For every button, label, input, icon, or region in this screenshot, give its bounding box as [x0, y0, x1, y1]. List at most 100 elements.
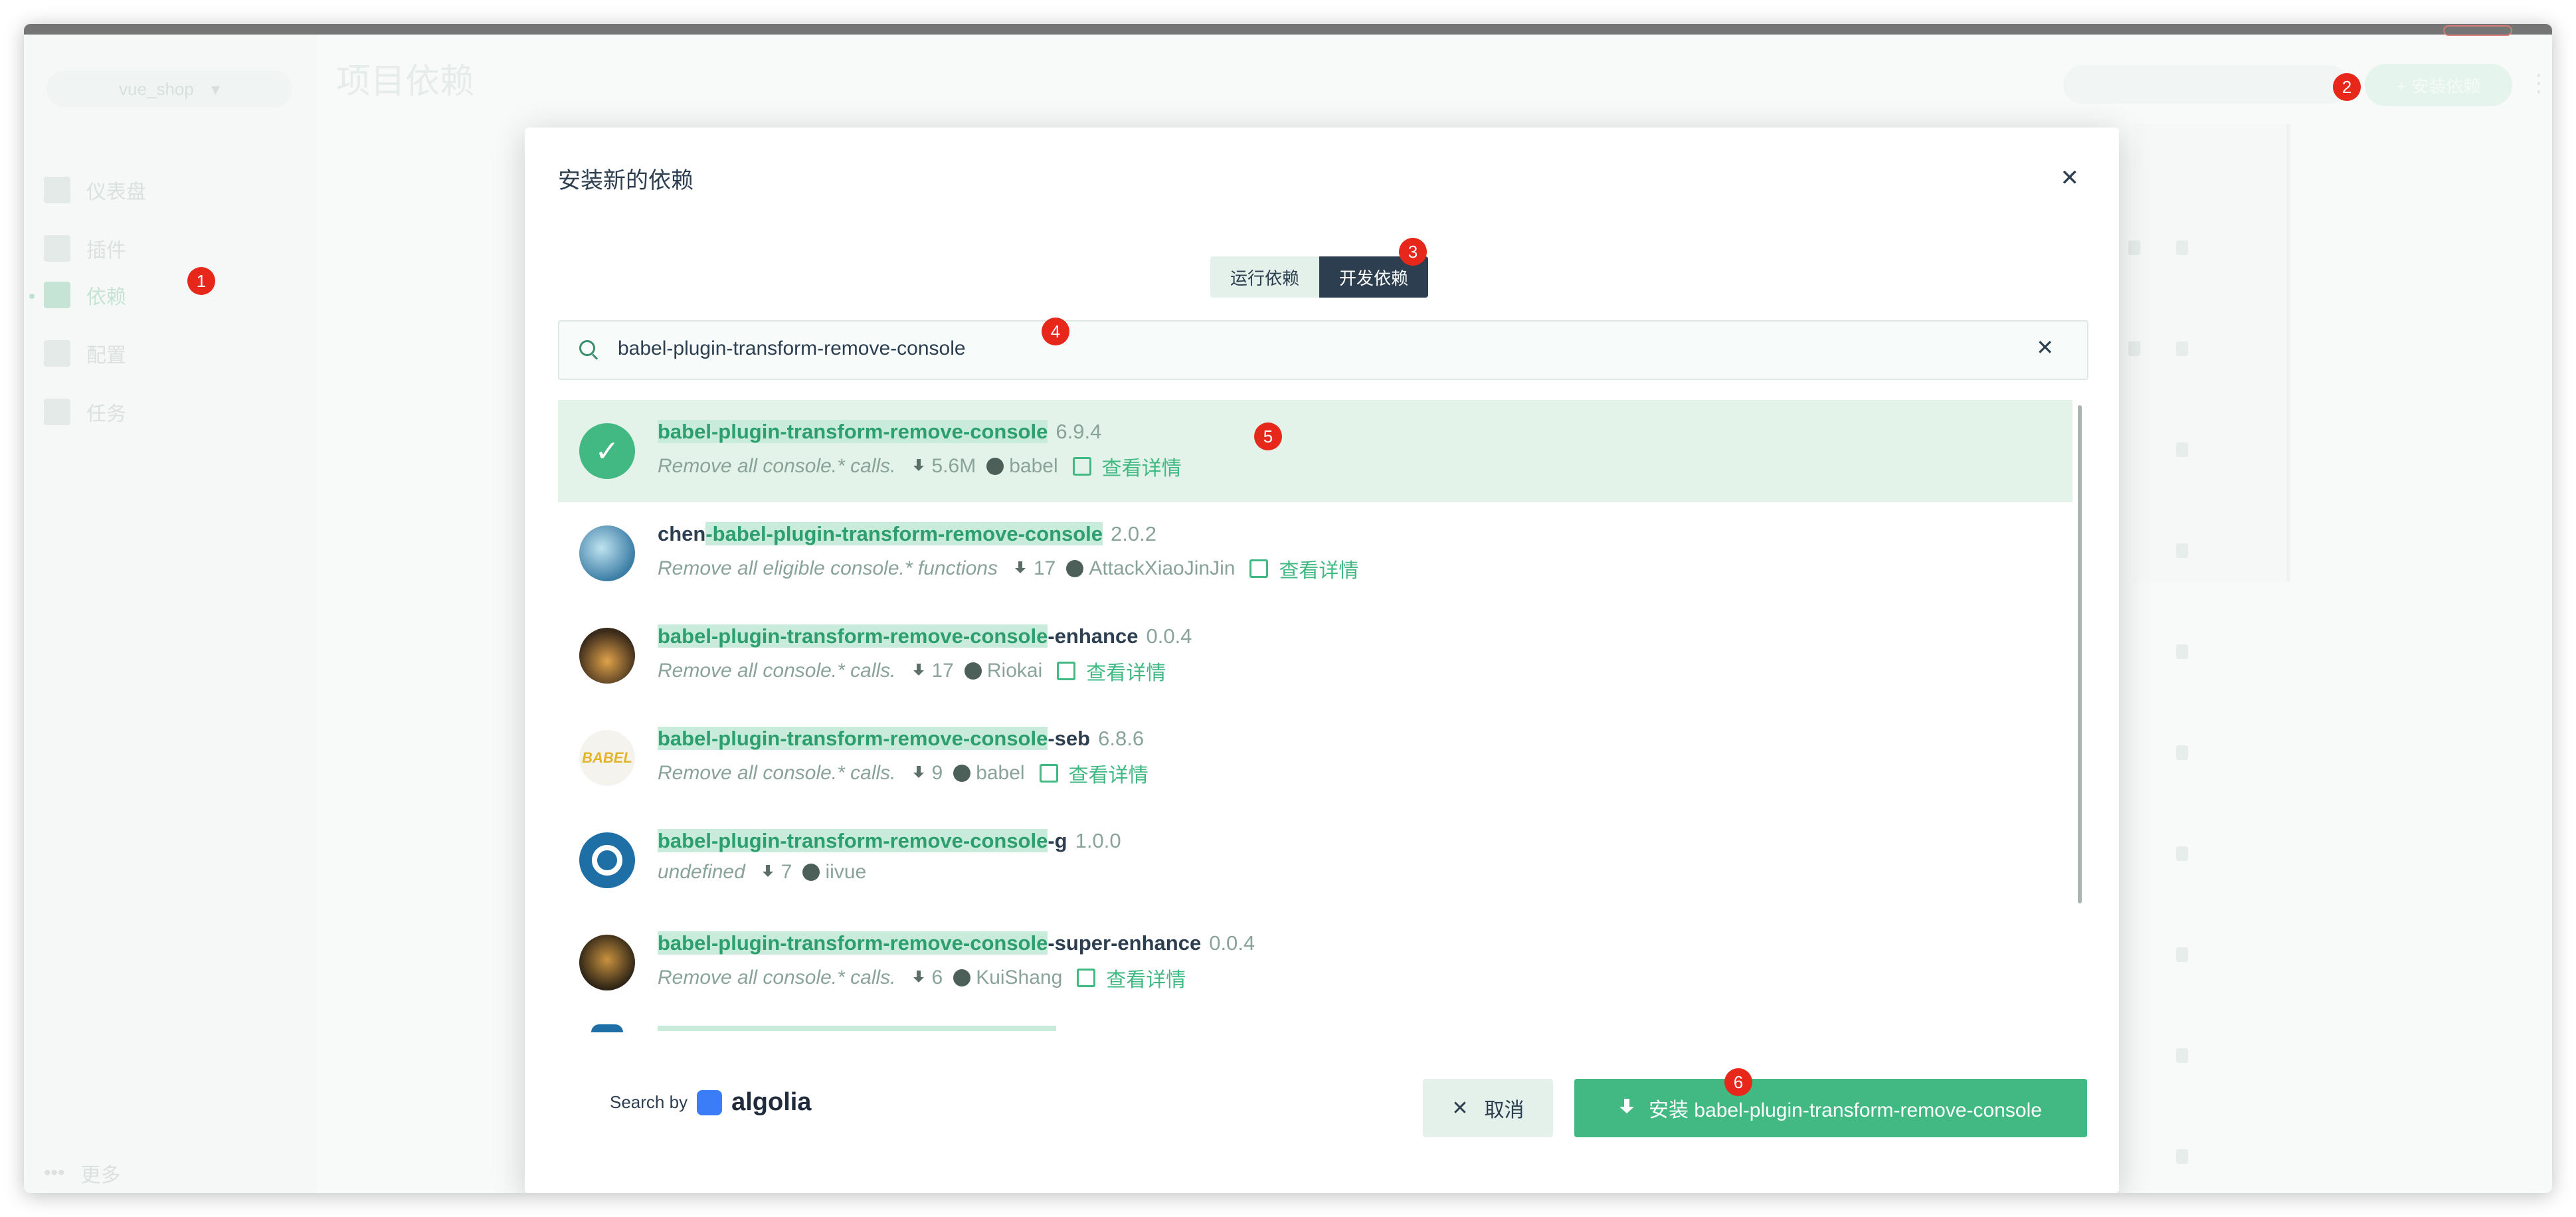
checkmark-icon: ✓	[579, 423, 635, 479]
annotation-badge: 6	[1724, 1068, 1752, 1096]
package-name: babel-plugin-transform-remove-console-se…	[658, 727, 1145, 750]
package-description: Remove all eligible console.* functions	[658, 557, 998, 579]
install-label: 安装 babel-plugin-transform-remove-console	[1649, 1099, 2042, 1121]
list-item[interactable]	[558, 1014, 2072, 1039]
package-meta: undefined 7 iivue	[658, 861, 866, 884]
user-icon	[986, 458, 1004, 475]
download-icon	[913, 459, 924, 474]
package-description: Remove all console.* calls.	[658, 762, 896, 784]
list-item[interactable]: ✓ babel-plugin-transform-remove-console 6…	[558, 400, 2072, 502]
external-link-icon[interactable]	[1077, 969, 1096, 987]
package-author: babel	[1009, 455, 1058, 477]
close-icon: ✕	[1451, 1097, 1469, 1119]
cancel-button[interactable]: ✕ 取消	[1423, 1079, 1553, 1137]
package-meta: Remove all console.* calls. 9 babel 查看详情	[658, 759, 1149, 788]
package-meta: Remove all eligible console.* functions …	[658, 554, 1358, 583]
package-meta: Remove all console.* calls. 5.6M babel 查…	[658, 452, 1182, 481]
package-version: 1.0.0	[1075, 829, 1121, 852]
package-version: 6.8.6	[1098, 727, 1145, 750]
babel-logo-icon: BABEL	[579, 730, 635, 786]
avatar	[579, 935, 635, 990]
download-icon	[913, 971, 924, 985]
package-name-highlight	[658, 1026, 1056, 1031]
tab-runtime-dependency[interactable]: 运行依赖	[1210, 256, 1320, 298]
external-link-icon[interactable]	[1057, 662, 1076, 680]
download-icon	[913, 766, 924, 781]
close-icon[interactable]: ✕	[2061, 165, 2080, 191]
list-item[interactable]: BABEL babel-plugin-transform-remove-cons…	[558, 707, 2072, 809]
annotation-badge: 3	[1399, 238, 1427, 266]
avatar	[579, 525, 635, 581]
package-search-field[interactable]: babel-plugin-transform-remove-console ✕	[558, 320, 2088, 380]
package-name: babel-plugin-transform-remove-console-en…	[658, 624, 1192, 648]
package-version: 6.9.4	[1056, 420, 1102, 443]
download-count: 17	[931, 660, 954, 682]
package-description: Remove all console.* calls.	[658, 455, 896, 477]
install-button[interactable]: 安装 babel-plugin-transform-remove-console	[1574, 1079, 2087, 1137]
dialog-title: 安装新的依赖	[558, 168, 693, 193]
external-link-icon[interactable]	[1249, 559, 1269, 578]
download-count: 5.6M	[931, 455, 976, 477]
view-details-link[interactable]: 查看详情	[1106, 963, 1186, 992]
external-link-icon[interactable]	[1039, 764, 1058, 783]
download-count: 6	[931, 967, 943, 988]
package-version: 0.0.4	[1209, 931, 1255, 955]
download-count: 17	[1033, 557, 1056, 579]
package-version: 0.0.4	[1146, 624, 1192, 648]
package-author: AttackXiaoJinJin	[1089, 557, 1236, 579]
install-dependency-dialog: 安装新的依赖 ✕ 运行依赖 开发依赖 babel-plugin-transfor…	[525, 128, 2119, 1193]
search-by-label: Search by	[610, 1092, 688, 1112]
search-value: babel-plugin-transform-remove-console	[618, 337, 966, 359]
user-icon	[1066, 560, 1084, 577]
power-icon	[579, 832, 635, 888]
package-version: 2.0.2	[1111, 522, 1156, 545]
download-icon	[1619, 1099, 1635, 1117]
list-item[interactable]: chen-babel-plugin-transform-remove-conso…	[558, 502, 2072, 605]
view-details-link[interactable]: 查看详情	[1102, 452, 1182, 481]
annotation-badge: 4	[1042, 318, 1069, 345]
package-name: babel-plugin-transform-remove-console 6.9…	[658, 420, 1102, 443]
search-attribution: Search by algolia	[610, 1088, 811, 1117]
user-icon	[953, 969, 971, 986]
list-item[interactable]: babel-plugin-transform-remove-console-en…	[558, 605, 2072, 707]
search-results-list: ✓ babel-plugin-transform-remove-console 6…	[558, 400, 2086, 1039]
package-author: Riokai	[986, 660, 1043, 682]
search-icon	[579, 340, 595, 356]
user-icon	[802, 864, 820, 881]
clear-icon[interactable]: ✕	[2036, 335, 2054, 360]
package-author: KuiShang	[976, 967, 1063, 988]
dependency-type-toggle: 运行依赖 开发依赖	[1210, 256, 1429, 298]
list-item[interactable]: babel-plugin-transform-remove-console-g 1…	[558, 809, 2072, 911]
package-meta: Remove all console.* calls. 17 Riokai 查看…	[658, 656, 1166, 686]
list-item[interactable]: babel-plugin-transform-remove-console-su…	[558, 911, 2072, 1014]
annotation-badge: 5	[1254, 422, 1282, 450]
package-name: babel-plugin-transform-remove-console-su…	[658, 931, 1255, 955]
package-name: chen-babel-plugin-transform-remove-conso…	[658, 522, 1156, 545]
package-author: babel	[976, 762, 1025, 784]
cancel-label: 取消	[1484, 1099, 1524, 1121]
package-meta: Remove all console.* calls. 6 KuiShang 查…	[658, 963, 1186, 992]
avatar	[579, 628, 635, 684]
user-icon	[964, 662, 982, 680]
package-description: undefined	[658, 861, 745, 883]
annotation-badge: 2	[2333, 73, 2361, 101]
external-link-icon[interactable]	[1072, 457, 1091, 476]
package-description: Remove all console.* calls.	[658, 660, 896, 682]
app-window: vue_shop ▾ 仪表盘 插件 依赖 配置 任务 ••• 更多 项目依赖 +…	[24, 24, 2552, 1193]
algolia-logo-icon	[697, 1089, 723, 1115]
user-icon	[953, 765, 971, 782]
download-count: 7	[781, 861, 792, 883]
results-scrollbar[interactable]	[2078, 405, 2082, 903]
package-name: babel-plugin-transform-remove-console-g 1…	[658, 829, 1121, 852]
annotation-badge: 1	[187, 267, 215, 295]
package-author: iivue	[825, 861, 867, 883]
view-details-link[interactable]: 查看详情	[1069, 759, 1149, 788]
view-details-link[interactable]: 查看详情	[1086, 656, 1166, 686]
package-description: Remove all console.* calls.	[658, 967, 896, 988]
download-icon	[913, 664, 924, 678]
view-details-link[interactable]: 查看详情	[1279, 554, 1358, 583]
download-count: 9	[931, 762, 943, 784]
algolia-name: algolia	[731, 1088, 812, 1116]
avatar	[591, 1024, 623, 1032]
download-icon	[1014, 561, 1026, 576]
